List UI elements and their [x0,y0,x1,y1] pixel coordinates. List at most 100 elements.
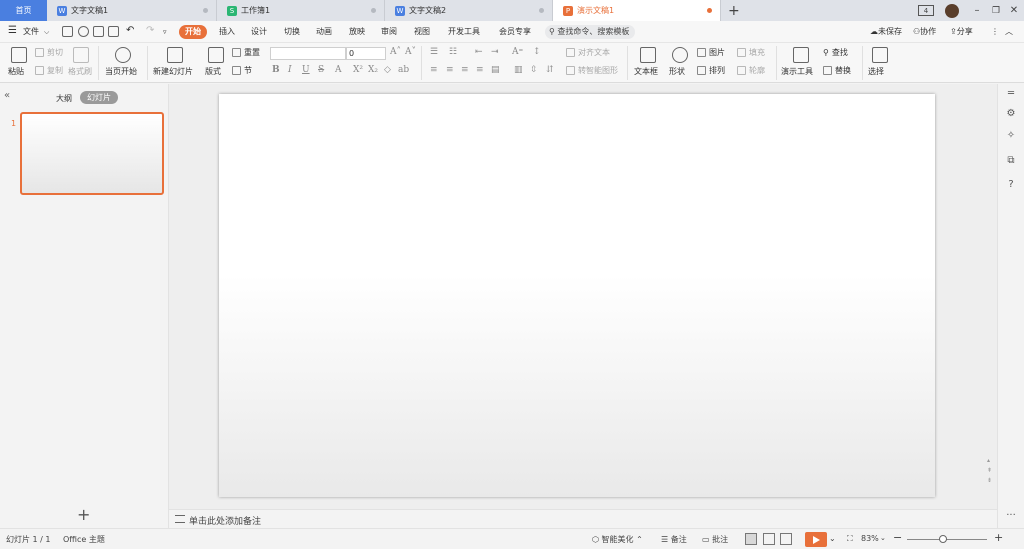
text-wrap-icon[interactable]: ⇵ [546,65,554,75]
tab-writer-doc-1[interactable]: W 文字文稿1 [47,0,217,21]
outline-button[interactable]: 轮廓 [737,65,765,76]
paste-icon[interactable] [11,47,27,63]
menu-tab-developer[interactable]: 开发工具 [448,25,480,39]
tab-home[interactable]: 首页 [0,0,47,21]
increase-indent-icon[interactable]: ⇥ [491,47,499,57]
play-from-current-button[interactable]: 当页开始 [105,66,137,77]
shape-icon[interactable] [672,47,688,63]
section-button[interactable]: 节 [232,65,252,76]
phonetic-icon[interactable]: ab [398,65,409,75]
superscript-icon[interactable]: X² [353,65,363,75]
presenter-tools-icon[interactable] [793,47,809,63]
align-center-icon[interactable]: ≡ [446,65,454,75]
decrease-font-icon[interactable]: A˅ [405,47,416,57]
column-icon[interactable]: ▥ [514,65,523,75]
more-icon[interactable]: ⋮ [991,25,999,39]
font-family-select[interactable] [270,47,346,60]
help-icon[interactable]: ? [1005,179,1017,191]
more-options-icon[interactable]: ··· [1005,510,1017,522]
reset-button[interactable]: 重置 [232,47,260,58]
properties-icon[interactable]: ⚙ [1005,108,1017,120]
reading-view-icon[interactable] [780,533,792,545]
smart-beautify-button[interactable]: ⬡ 智能美化 ⌃ [592,534,643,545]
export-pdf-icon[interactable] [78,26,89,37]
fit-window-icon[interactable]: ⛶ [847,534,853,544]
transition-icon[interactable]: ⧉ [1005,155,1017,167]
menu-tab-animations[interactable]: 动画 [316,25,332,39]
layout-icon[interactable] [208,47,224,63]
align-text-button[interactable]: 对齐文本 [566,47,610,58]
shape-button[interactable]: 形状 [669,66,685,77]
slide-canvas[interactable] [219,94,935,497]
play-options-chevron-icon[interactable]: ⌄ [829,534,836,543]
zoom-slider[interactable] [907,535,987,543]
play-from-current-icon[interactable] [115,47,131,63]
tab-writer-doc-2[interactable]: W 文字文稿2 [385,0,553,21]
subscript-icon[interactable]: X₂ [368,65,378,75]
slide-thumbnail[interactable] [20,112,164,195]
close-tab-icon[interactable] [203,8,208,13]
print-preview-icon[interactable] [108,26,119,37]
redo-icon[interactable]: ↷ [146,24,154,38]
avatar[interactable] [945,4,959,18]
normal-view-icon[interactable] [745,533,757,545]
line-spacing-icon[interactable]: ↕ [533,47,541,57]
scroll-next-icon[interactable]: ⇟ [987,476,993,486]
select-icon[interactable] [872,47,888,63]
numbered-list-icon[interactable]: ☷ [449,47,457,57]
play-slideshow-button[interactable] [805,532,827,547]
scroll-prev-icon[interactable]: ⇞ [987,466,993,476]
menu-tab-insert[interactable]: 插入 [219,25,235,39]
zoom-in-icon[interactable]: + [994,531,1003,544]
notes-placeholder[interactable]: 单击此处添加备注 [189,514,261,527]
menu-tab-review[interactable]: 审阅 [381,25,397,39]
new-slide-button[interactable]: 新建幻灯片 [153,66,193,77]
text-direction-icon[interactable]: A⁼ [512,47,523,57]
print-icon[interactable] [93,26,104,37]
align-right-icon[interactable]: ≡ [461,65,469,75]
menu-tab-transitions[interactable]: 切换 [284,25,300,39]
notes-toggle-button[interactable]: ☰ 备注 [661,534,687,545]
font-color-icon[interactable]: A [335,65,342,75]
slide-sorter-icon[interactable] [763,533,775,545]
pin-icon[interactable]: ✧ [1005,130,1017,142]
zoom-out-icon[interactable]: − [893,531,902,544]
chevron-down-icon[interactable]: ⌵ [44,25,49,39]
decrease-indent-icon[interactable]: ⇤ [475,47,483,57]
unsaved-status[interactable]: ☁未保存 [870,25,902,39]
menu-tab-member[interactable]: 会员专享 [499,25,531,39]
collaborate-button[interactable]: ⚇协作 [913,25,936,39]
textbox-icon[interactable] [640,47,656,63]
find-button[interactable]: ⚲ 查找 [823,47,848,58]
replace-button[interactable]: 替换 [823,65,851,76]
font-size-select[interactable]: 0 [346,47,386,60]
menu-tab-view[interactable]: 视图 [414,25,430,39]
increase-font-icon[interactable]: A˄ [390,47,401,57]
bold-icon[interactable]: B [272,65,280,75]
window-count-badge[interactable]: 4 [918,5,934,16]
close-window-icon[interactable]: ✕ [1007,3,1021,18]
tab-slides[interactable]: 幻灯片 [80,91,118,104]
cut-button[interactable]: 剪切 [35,47,63,58]
justify-icon[interactable]: ≡ [476,65,484,75]
close-tab-icon[interactable] [539,8,544,13]
unsaved-dot-icon[interactable] [707,8,712,13]
scroll-up-icon[interactable]: ▴ [987,456,993,466]
select-button[interactable]: 选择 [868,66,884,77]
scrollbar[interactable]: ▴ ⇞ ⇟ [987,456,993,496]
fill-button[interactable]: 填充 [737,47,765,58]
arrange-button[interactable]: 排列 [697,65,725,76]
bullet-list-icon[interactable]: ☰ [430,47,438,57]
clear-format-icon[interactable]: ◇ [384,65,391,75]
tab-presentation-1[interactable]: P 演示文稿1 [553,0,721,21]
zoom-slider-thumb[interactable] [939,535,947,543]
zoom-level[interactable]: 83% [861,534,879,543]
undo-icon[interactable]: ↶ [126,24,134,38]
tab-spreadsheet-1[interactable]: S 工作簿1 [217,0,385,21]
restore-icon[interactable]: ❐ [989,3,1003,18]
menu-tab-home[interactable]: 开始 [179,25,207,39]
underline-icon[interactable]: U [302,65,310,75]
vertical-align-icon[interactable]: ⇳ [530,65,538,75]
align-left-icon[interactable]: ≡ [430,65,438,75]
textbox-button[interactable]: 文本框 [634,66,658,77]
